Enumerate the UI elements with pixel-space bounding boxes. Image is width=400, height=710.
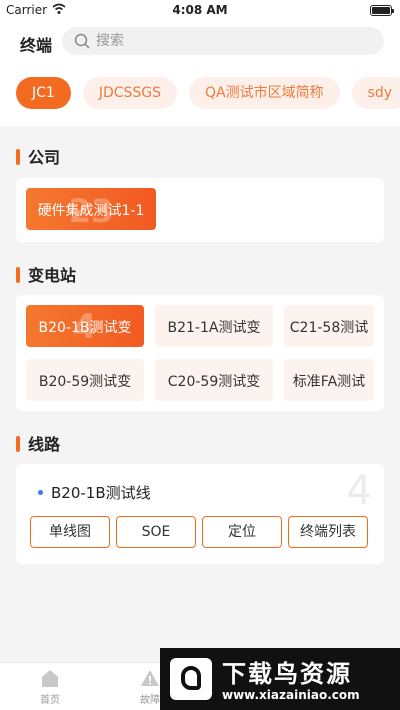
soe-button[interactable]: SOE — [116, 516, 196, 548]
filter-chips: JC1 JDCSSGS QA测试市区域简称 sdy — [16, 77, 400, 111]
header: 终端 JC1 JDCSSGS QA测试市区域简称 sdy — [0, 22, 400, 126]
bullet-dot — [38, 490, 43, 495]
site-watermark: 下载鸟资源 www.xiazainiao.com — [160, 648, 400, 710]
chip-sdy[interactable]: sdy — [351, 77, 400, 109]
section-marker — [16, 267, 20, 283]
terminal-list-button[interactable]: 终端列表 — [288, 516, 368, 548]
section-marker — [16, 436, 20, 452]
substation-card: 4 B20-1B测试变 B21-1A测试变 C21-58测试 B20-59测试变… — [16, 295, 384, 411]
watermark-logo-icon — [170, 658, 212, 700]
substation-section-title: 变电站 — [16, 262, 76, 286]
substation-item[interactable]: 标准FA测试 — [284, 359, 374, 401]
substation-item[interactable]: B21-1A测试变 — [155, 305, 273, 347]
search-input[interactable] — [96, 27, 376, 55]
section-marker — [16, 149, 20, 165]
substation-item[interactable]: C21-58测试 — [284, 305, 374, 347]
battery-icon — [370, 5, 394, 16]
company-item[interactable]: 23 硬件集成测试1-1 — [26, 188, 156, 230]
watermark-title: 下载鸟资源 — [222, 660, 352, 688]
tab-home[interactable]: 首页 — [20, 667, 80, 706]
status-bar: Carrier 4:08 AM — [0, 0, 400, 22]
search-box[interactable] — [62, 27, 384, 55]
line-card: 4 B20-1B测试线 单线图 SOE 定位 终端列表 — [16, 464, 384, 564]
page-title: 终端 — [20, 36, 53, 55]
line-count: 4 — [346, 468, 372, 514]
watermark-url: www.xiazainiao.com — [222, 688, 360, 702]
clock: 4:08 AM — [172, 3, 228, 17]
warning-icon — [141, 670, 159, 686]
single-line-diagram-button[interactable]: 单线图 — [30, 516, 110, 548]
substation-item[interactable]: C20-59测试变 — [155, 359, 273, 401]
line-section-title: 线路 — [16, 431, 60, 455]
home-icon — [42, 670, 58, 687]
line-name: B20-1B测试线 — [38, 482, 151, 503]
chip-jdcssgs[interactable]: JDCSSGS — [82, 77, 178, 109]
company-card: 23 硬件集成测试1-1 — [16, 178, 384, 242]
substation-item[interactable]: B20-59测试变 — [26, 359, 144, 401]
substation-item[interactable]: 4 B20-1B测试变 — [26, 305, 144, 347]
search-icon — [74, 33, 90, 49]
company-section-title: 公司 — [16, 144, 60, 168]
company-item-label: 硬件集成测试1-1 — [37, 203, 145, 219]
chip-qa[interactable]: QA测试市区域简称 — [189, 77, 340, 109]
locate-button[interactable]: 定位 — [202, 516, 282, 548]
chip-jc1[interactable]: JC1 — [16, 77, 71, 109]
